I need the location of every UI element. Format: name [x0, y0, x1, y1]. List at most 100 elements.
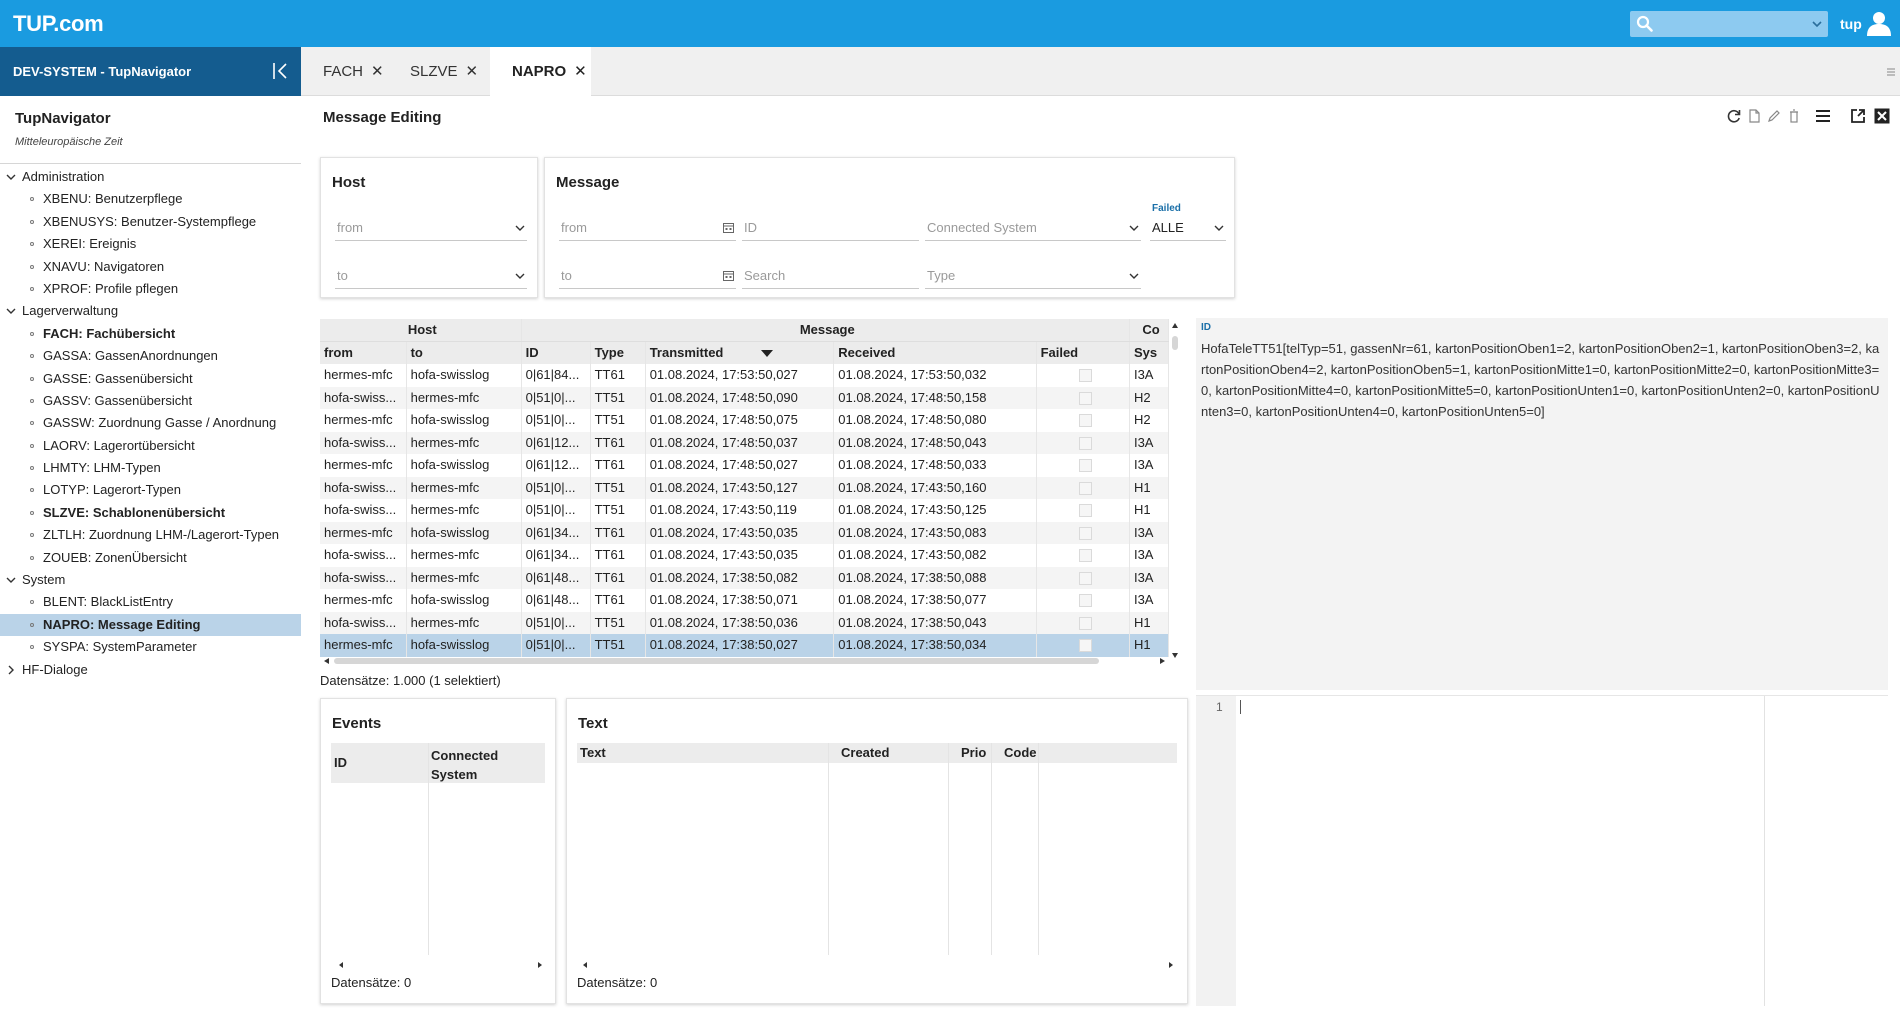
table-row[interactable]: hermes-mfc hofa-swisslog 0|51|0|... TT51 01.…	[320, 634, 1169, 657]
chevron-down-icon[interactable]	[6, 306, 16, 316]
tab-slzve[interactable]: SLZVE ✕	[388, 47, 483, 96]
grid-vertical-scrollbar[interactable]	[1169, 319, 1181, 659]
tree-item[interactable]: GASSW: Zuordnung Gasse / Anordnung	[0, 412, 301, 434]
tree-group[interactable]: HF-Dialoge	[0, 659, 301, 681]
tree-item[interactable]: LOTYP: Lagerort-Typen	[0, 479, 301, 501]
calendar-icon[interactable]	[723, 270, 734, 281]
table-row[interactable]: hofa-swiss... hermes-mfc 0|61|34... TT61 01.…	[320, 544, 1169, 567]
tree-item[interactable]: XBENU: Benutzerpflege	[0, 188, 301, 210]
message-editor[interactable]: 1	[1196, 695, 1888, 1006]
tree-group[interactable]: Administration	[0, 166, 301, 188]
scroll-left-icon[interactable]	[337, 961, 345, 969]
failed-checkbox[interactable]	[1078, 639, 1092, 653]
column-from[interactable]: from	[320, 341, 407, 364]
table-row[interactable]: hofa-swiss... hermes-mfc 0|61|48... TT61 01.…	[320, 566, 1169, 589]
table-row[interactable]: hermes-mfc hofa-swisslog 0|61|48... TT61 01.…	[320, 589, 1169, 612]
scroll-left-icon[interactable]	[581, 961, 589, 969]
close-window-icon[interactable]	[1874, 108, 1890, 124]
tree-item[interactable]: XNAVU: Navigatoren	[0, 256, 301, 278]
failed-checkbox[interactable]	[1078, 549, 1092, 563]
tree-item[interactable]: GASSV: Gassenübersicht	[0, 390, 301, 412]
close-icon[interactable]: ✕	[574, 47, 587, 96]
chevron-right-icon[interactable]	[6, 665, 16, 675]
delete-icon[interactable]	[1786, 108, 1802, 124]
tree-item[interactable]: SYSPA: SystemParameter	[0, 636, 301, 658]
message-search-input[interactable]: Search	[742, 263, 919, 289]
tree-item[interactable]: BLENT: BlackListEntry	[0, 591, 301, 613]
tree-item[interactable]: LHMTY: LHM-Typen	[0, 457, 301, 479]
table-row[interactable]: hermes-mfc hofa-swisslog 0|51|0|... TT51 01.…	[320, 409, 1169, 432]
tree-item[interactable]: GASSA: GassenAnordnungen	[0, 345, 301, 367]
tree-item[interactable]: ZOUEB: ZonenÜbersicht	[0, 547, 301, 569]
text-column-text[interactable]: Text	[580, 743, 606, 763]
tab-menu-icon[interactable]	[1886, 67, 1896, 77]
table-row[interactable]: hermes-mfc hofa-swisslog 0|61|84... TT61 01.…	[320, 364, 1169, 387]
message-from-date-input[interactable]: from	[559, 215, 736, 241]
table-row[interactable]: hofa-swiss... hermes-mfc 0|51|0|... TT51 01.…	[320, 386, 1169, 409]
tree-item[interactable]: XBENUSYS: Benutzer-Systempflege	[0, 211, 301, 233]
failed-checkbox[interactable]	[1078, 594, 1092, 608]
close-icon[interactable]: ✕	[371, 47, 384, 96]
user-name[interactable]: tup	[1840, 16, 1862, 32]
failed-checkbox[interactable]	[1078, 481, 1092, 495]
calendar-icon[interactable]	[723, 222, 734, 233]
host-to-select[interactable]: to	[335, 263, 527, 289]
sort-desc-icon[interactable]	[761, 350, 774, 358]
table-row[interactable]: hofa-swiss... hermes-mfc 0|51|0|... TT51 01.…	[320, 611, 1169, 634]
table-row[interactable]: hermes-mfc hofa-swisslog 0|61|34... TT61 01.…	[320, 521, 1169, 544]
chevron-down-icon[interactable]	[6, 575, 16, 585]
tree-item[interactable]: LAORV: Lagerortübersicht	[0, 435, 301, 457]
close-icon[interactable]: ✕	[466, 47, 479, 96]
type-select[interactable]: Type	[925, 263, 1141, 289]
failed-checkbox[interactable]	[1078, 504, 1092, 518]
open-external-icon[interactable]	[1850, 108, 1866, 124]
collapse-sidebar-icon[interactable]	[271, 60, 291, 82]
refresh-icon[interactable]	[1726, 108, 1742, 124]
column-transmitted[interactable]: Transmitted	[645, 341, 835, 364]
failed-checkbox[interactable]	[1078, 414, 1092, 428]
column-received[interactable]: Received	[833, 341, 1037, 364]
message-to-date-input[interactable]: to	[559, 263, 736, 289]
user-avatar-icon[interactable]	[1866, 10, 1892, 36]
failed-checkbox[interactable]	[1078, 436, 1092, 450]
tree-item[interactable]: XEREI: Ereignis	[0, 233, 301, 255]
text-column-prio[interactable]: Prio	[961, 743, 986, 763]
column-type[interactable]: Type	[590, 341, 646, 364]
table-row[interactable]: hofa-swiss... hermes-mfc 0|51|0|... TT51 01.…	[320, 476, 1169, 499]
chevron-down-icon[interactable]	[1810, 17, 1824, 31]
tree-item[interactable]: FACH: Fachübersicht	[0, 323, 301, 345]
tree-item[interactable]: XPROF: Profile pflegen	[0, 278, 301, 300]
edit-icon[interactable]	[1766, 108, 1782, 124]
column-id[interactable]: ID	[521, 341, 591, 364]
text-column-code[interactable]: Code	[1004, 743, 1037, 763]
events-column-connected-system[interactable]: Connected System	[431, 746, 521, 784]
table-row[interactable]: hofa-swiss... hermes-mfc 0|61|12... TT61 01.…	[320, 431, 1169, 454]
host-from-select[interactable]: from	[335, 215, 527, 241]
new-document-icon[interactable]	[1746, 108, 1762, 124]
message-id-input[interactable]: ID	[742, 215, 919, 241]
tab-fach[interactable]: FACH ✕	[301, 47, 388, 96]
failed-checkbox[interactable]	[1078, 391, 1092, 405]
column-system[interactable]: Sys	[1129, 341, 1169, 364]
scroll-right-icon[interactable]	[1167, 961, 1175, 969]
tree-group[interactable]: System	[0, 569, 301, 591]
app-logo[interactable]: TUP.com	[13, 11, 104, 37]
tree-item[interactable]: GASSE: Gassenübersicht	[0, 368, 301, 390]
failed-checkbox[interactable]	[1078, 616, 1092, 630]
failed-checkbox[interactable]	[1078, 369, 1092, 383]
global-search-input[interactable]	[1630, 11, 1828, 37]
events-column-id[interactable]: ID	[334, 755, 347, 770]
tree-item[interactable]: NAPRO: Message Editing	[0, 613, 301, 637]
tree-item[interactable]: SLZVE: Schablonenübersicht	[0, 502, 301, 524]
failed-checkbox[interactable]	[1078, 526, 1092, 540]
grid-horizontal-scrollbar[interactable]	[320, 655, 1169, 667]
failed-select[interactable]: ALLE	[1150, 215, 1226, 241]
failed-checkbox[interactable]	[1078, 571, 1092, 585]
table-row[interactable]: hermes-mfc hofa-swisslog 0|61|12... TT61 01.…	[320, 454, 1169, 477]
column-failed[interactable]: Failed	[1036, 341, 1130, 364]
column-to[interactable]: to	[406, 341, 522, 364]
failed-checkbox[interactable]	[1078, 459, 1092, 473]
tab-napro[interactable]: NAPRO ✕	[490, 47, 591, 96]
scroll-right-icon[interactable]	[536, 961, 544, 969]
tree-group[interactable]: Lagerverwaltung	[0, 300, 301, 322]
